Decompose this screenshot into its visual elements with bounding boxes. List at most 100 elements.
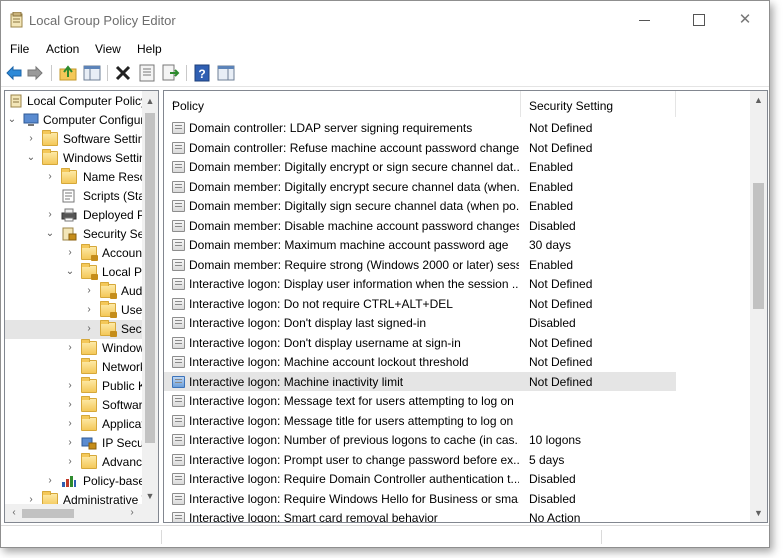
export-list-icon[interactable] [162,64,180,82]
scroll-up-icon[interactable]: ▲ [750,92,767,108]
chevron-right-icon[interactable]: › [65,418,75,430]
chevron-right-icon[interactable]: › [65,437,75,449]
chevron-right-icon[interactable]: › [84,285,94,297]
policy-row[interactable]: Domain member: Digitally sign secure cha… [164,196,676,216]
policy-setting-icon [172,278,185,290]
chevron-right-icon[interactable]: › [65,456,75,468]
policy-name: Interactive logon: Don't display usernam… [189,335,461,350]
policy-name: Interactive logon: Message title for use… [189,413,514,428]
policy-setting-icon [172,258,185,271]
chevron-right-icon[interactable]: › [84,323,94,335]
policy-row[interactable]: Interactive logon: Machine inactivity li… [164,371,676,391]
policy-vertical-scrollbar[interactable]: ▲ ▼ [750,91,767,522]
minimize-button[interactable] [628,7,662,33]
tree-item-label: Local Computer Policy [27,94,148,108]
chevron-down-icon[interactable]: ⌄ [7,114,17,126]
policy-setting-icon [172,180,185,193]
chevron-right-icon[interactable]: › [45,209,55,221]
chevron-right-icon[interactable]: › [84,304,94,316]
policy-row[interactable]: Domain controller: LDAP server signing r… [164,118,676,138]
folder-icon [81,396,97,412]
chevron-right-icon[interactable]: › [65,247,75,259]
locked-folder-icon [100,301,117,318]
maximize-button[interactable] [681,7,715,33]
policy-row[interactable]: Interactive logon: Message text for user… [164,391,676,411]
chevron-right-icon[interactable]: › [65,342,75,354]
folder-icon [42,130,58,146]
up-folder-icon[interactable] [59,64,77,82]
policy-setting-value: Disabled [529,218,576,233]
menu-file[interactable]: File [10,42,29,56]
policy-setting-icon [172,317,185,329]
scroll-down-icon[interactable]: ▼ [142,488,158,504]
policy-row[interactable]: Interactive logon: Prompt user to change… [164,450,676,470]
policy-row[interactable]: Interactive logon: Require Windows Hello… [164,489,676,509]
column-header-security-setting[interactable]: Security Setting [521,91,676,117]
policy-setting-icon [172,219,185,232]
close-button[interactable]: ✕ [728,7,762,33]
policy-name: Domain member: Maximum machine account p… [189,238,509,252]
policy-setting-value: Enabled [529,160,574,174]
tree-item-security-options[interactable]: › Security Options [5,320,158,339]
policy-row[interactable]: Domain member: Require strong (Windows 2… [164,255,676,275]
menu-action[interactable]: Action [46,42,79,56]
ip-security-icon [81,437,97,450]
column-header-label: Policy [172,99,205,113]
properties-icon[interactable] [138,64,156,82]
scroll-up-icon[interactable]: ▲ [142,93,158,109]
show-hide-tree-icon[interactable] [83,64,101,82]
chevron-right-icon[interactable]: › [45,171,55,183]
policy-setting-value: Enabled [529,199,574,213]
chevron-right-icon[interactable]: › [26,133,36,145]
scroll-down-icon[interactable]: ▼ [750,505,767,521]
help-icon[interactable]: ? [193,64,211,82]
policy-name: Interactive logon: Display user informat… [189,277,519,291]
forward-arrow-icon[interactable] [26,64,44,82]
tree-vertical-scrollbar[interactable]: ▲ ▼ [142,91,158,522]
scrollbar-thumb[interactable] [22,509,74,518]
menu-view[interactable]: View [95,42,121,56]
console-tree[interactable]: Local Computer Policy ⌄ Computer Configu… [4,90,159,523]
chevron-down-icon[interactable]: ⌄ [65,266,75,278]
policy-name: Interactive logon: Message text for user… [189,394,514,408]
status-bar [1,525,769,547]
policy-row[interactable]: Domain member: Disable machine account p… [164,216,676,236]
policy-row[interactable]: Interactive logon: Number of previous lo… [164,430,676,450]
policy-name: Interactive logon: Number of previous lo… [189,433,519,447]
show-hide-action-pane-icon[interactable] [217,64,235,82]
chevron-right-icon[interactable]: › [65,399,75,411]
policy-row[interactable]: Interactive logon: Do not require CTRL+A… [164,294,676,314]
policy-row[interactable]: Interactive logon: Don't display usernam… [164,333,676,353]
policy-row[interactable]: Interactive logon: Require Domain Contro… [164,469,676,489]
chevron-right-icon[interactable]: › [45,475,55,487]
policy-row[interactable]: Interactive logon: Don't display last si… [164,313,676,333]
scroll-left-icon[interactable]: ‹ [7,504,21,522]
policy-row[interactable]: Interactive logon: Machine account locko… [164,352,676,372]
policy-row[interactable]: Interactive logon: Message title for use… [164,411,676,431]
policy-setting-icon [172,297,185,310]
scrollbar-thumb[interactable] [145,113,155,443]
back-arrow-icon[interactable] [5,64,23,82]
policy-setting-value: Not Defined [529,277,593,291]
scrollbar-thumb[interactable] [753,183,764,309]
scripts-icon [62,189,75,203]
policy-setting-icon [172,356,185,368]
scroll-right-icon[interactable]: › [125,504,139,522]
policy-name: Interactive logon: Prompt user to change… [189,452,519,467]
chevron-right-icon[interactable]: › [65,380,75,392]
policy-row[interactable]: Domain member: Maximum machine account p… [164,235,676,255]
policy-name: Domain controller: Refuse machine accoun… [189,140,519,155]
chevron-down-icon[interactable]: ⌄ [26,152,36,164]
policy-list-view[interactable]: ^ Policy Security Setting Domain control… [163,90,768,523]
policy-row[interactable]: Interactive logon: Display user informat… [164,274,676,294]
column-header-policy[interactable]: ^ Policy [164,91,521,117]
tree-horizontal-scrollbar[interactable]: ‹ › [5,504,158,522]
policy-row[interactable]: Domain controller: Refuse machine accoun… [164,138,676,158]
policy-row[interactable]: Domain member: Digitally encrypt secure … [164,177,676,197]
menu-help[interactable]: Help [137,42,162,56]
chevron-down-icon[interactable]: ⌄ [45,228,55,240]
policy-document-icon [10,94,22,108]
policy-row[interactable]: Domain member: Digitally encrypt or sign… [164,157,676,177]
policy-row[interactable]: Interactive logon: Smart card removal be… [164,508,676,522]
delete-icon[interactable] [114,64,132,82]
